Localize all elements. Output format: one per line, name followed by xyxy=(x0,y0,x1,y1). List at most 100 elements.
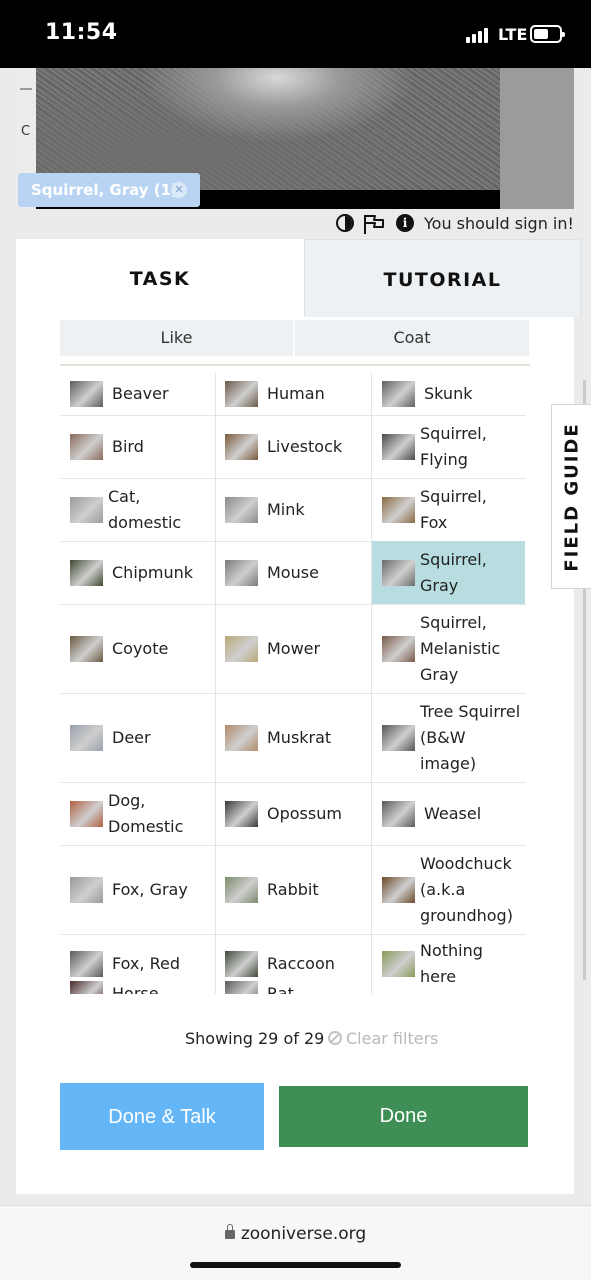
species-label: Mouse xyxy=(267,563,319,582)
selected-species-tag[interactable]: Squirrel, Gray (1) ✕ xyxy=(18,173,200,207)
status-bar: 11:54 LTE xyxy=(0,0,591,68)
species-label: Dog, Domestic xyxy=(108,791,184,836)
species-choice[interactable]: Squirrel, Melanistic Gray xyxy=(372,604,525,693)
species-label: Squirrel, Melanistic Gray xyxy=(420,613,501,684)
species-thumbnail xyxy=(70,381,103,407)
species-choice[interactable]: Rabbit xyxy=(215,845,371,934)
filter-like-button[interactable]: Like xyxy=(60,320,293,356)
species-choice[interactable]: Muskrat xyxy=(215,693,371,782)
results-count: Showing 29 of 29 xyxy=(185,1029,325,1048)
tab-tutorial[interactable]: TUTORIAL xyxy=(304,239,581,317)
species-thumbnail xyxy=(70,560,103,586)
cellular-signal-icon xyxy=(466,27,494,43)
species-choice-grid: Beaver Human Skunk Bird Livestock Squirrel, F… xyxy=(60,372,530,994)
species-choice[interactable]: Mower xyxy=(215,604,371,693)
status-time: 11:54 xyxy=(45,20,118,45)
done-button[interactable]: Done xyxy=(279,1086,528,1147)
species-thumbnail xyxy=(382,801,415,827)
species-choice[interactable]: Weasel xyxy=(372,782,525,845)
filter-bar: Like Coat xyxy=(60,320,529,356)
species-thumbnail xyxy=(382,877,415,903)
species-label: Weasel xyxy=(424,804,482,823)
contrast-icon[interactable] xyxy=(336,214,354,232)
species-label: Human xyxy=(267,384,325,403)
species-label: Squirrel, Flying xyxy=(420,424,487,469)
species-choice[interactable]: Opossum xyxy=(215,782,371,845)
species-label: Mower xyxy=(267,639,321,658)
species-choice[interactable]: Squirrel, Gray xyxy=(372,541,525,604)
species-thumbnail xyxy=(382,636,415,662)
subject-side-panel xyxy=(500,68,574,209)
species-thumbnail xyxy=(225,725,258,751)
lock-icon xyxy=(224,1224,235,1239)
species-label: Mink xyxy=(267,500,305,519)
species-choice[interactable]: Coyote xyxy=(60,604,214,693)
species-label: Muskrat xyxy=(267,728,332,747)
clear-filters-button[interactable]: Clear filters xyxy=(328,1029,438,1048)
species-choice[interactable]: Tree Squirrel (B&W image) xyxy=(372,693,525,782)
clear-filters-label: Clear filters xyxy=(346,1029,439,1048)
species-label: Horse xyxy=(112,984,159,994)
subject-tools: i You should sign in! xyxy=(0,211,591,237)
filter-coat-button[interactable]: Coat xyxy=(295,320,529,356)
species-thumbnail xyxy=(225,981,258,994)
home-indicator[interactable] xyxy=(190,1262,401,1268)
close-icon[interactable]: ✕ xyxy=(171,182,187,198)
species-label: Squirrel, Gray xyxy=(420,550,487,595)
tab-task[interactable]: TASK xyxy=(16,239,304,317)
species-choice[interactable]: Bird xyxy=(60,415,214,478)
browser-address-bar[interactable]: zooniverse.org xyxy=(0,1205,591,1280)
species-label: Bird xyxy=(112,437,144,456)
species-choice[interactable]: Squirrel, Fox xyxy=(372,478,525,541)
species-choice[interactable]: Mouse xyxy=(215,541,371,604)
done-and-talk-button[interactable]: Done & Talk xyxy=(60,1083,264,1150)
species-choice[interactable]: Livestock xyxy=(215,415,371,478)
selected-species-tag-label: Squirrel, Gray (1) xyxy=(31,181,178,199)
species-choice[interactable]: Fox, Gray xyxy=(60,845,214,934)
classifier-card: TASK TUTORIAL Like Coat Beaver Human Skunk… xyxy=(16,239,581,1194)
species-choice[interactable]: Dog, Domestic xyxy=(60,782,214,845)
species-label: Tree Squirrel (B&W image) xyxy=(420,702,521,773)
species-choice[interactable]: Human xyxy=(215,372,371,415)
divider xyxy=(60,364,530,366)
species-thumbnail xyxy=(382,434,415,460)
species-thumbnail xyxy=(382,725,415,751)
species-thumbnail xyxy=(70,636,103,662)
species-choice[interactable]: Deer xyxy=(60,693,214,782)
url-text: zooniverse.org xyxy=(240,1224,367,1244)
species-thumbnail xyxy=(70,434,103,460)
species-choice[interactable]: Squirrel, Flying xyxy=(372,415,525,478)
species-label: Cat, domestic xyxy=(108,487,182,532)
species-label: Deer xyxy=(112,728,151,747)
field-guide-tab[interactable]: FIELD GUIDE xyxy=(551,404,591,589)
species-label: Nothing here xyxy=(420,941,483,986)
species-choice[interactable]: Cat, domestic xyxy=(60,478,214,541)
species-choice[interactable]: Beaver xyxy=(60,372,214,415)
species-thumbnail xyxy=(382,951,415,977)
species-label: Fox, Red xyxy=(112,954,180,973)
species-choice[interactable]: Chipmunk xyxy=(60,541,214,604)
sign-in-message[interactable]: You should sign in! xyxy=(424,214,574,233)
species-thumbnail xyxy=(225,381,258,407)
info-icon[interactable]: i xyxy=(396,214,414,232)
field-guide-label: FIELD GUIDE xyxy=(561,421,582,572)
species-label: Rat xyxy=(267,984,294,994)
species-thumbnail xyxy=(225,560,258,586)
species-choice[interactable]: Skunk xyxy=(372,372,525,415)
species-thumbnail xyxy=(70,951,103,977)
flag-icon[interactable] xyxy=(362,213,386,235)
species-label: Woodchuck (a.k.a groundhog) xyxy=(420,854,513,925)
species-choice[interactable]: Woodchuck (a.k.a groundhog) xyxy=(372,845,525,934)
species-choice[interactable]: Nothing here xyxy=(372,934,525,994)
subject-image[interactable] xyxy=(36,68,500,190)
species-label: Rabbit xyxy=(267,880,319,899)
species-label: Opossum xyxy=(267,804,342,823)
species-thumbnail xyxy=(382,381,415,407)
url-display[interactable]: zooniverse.org xyxy=(0,1224,591,1244)
clear-icon xyxy=(328,1031,342,1045)
species-thumbnail xyxy=(225,434,258,460)
species-choice[interactable]: Mink xyxy=(215,478,371,541)
species-label: Beaver xyxy=(112,384,169,403)
species-thumbnail xyxy=(70,877,103,903)
species-thumbnail xyxy=(70,497,103,523)
